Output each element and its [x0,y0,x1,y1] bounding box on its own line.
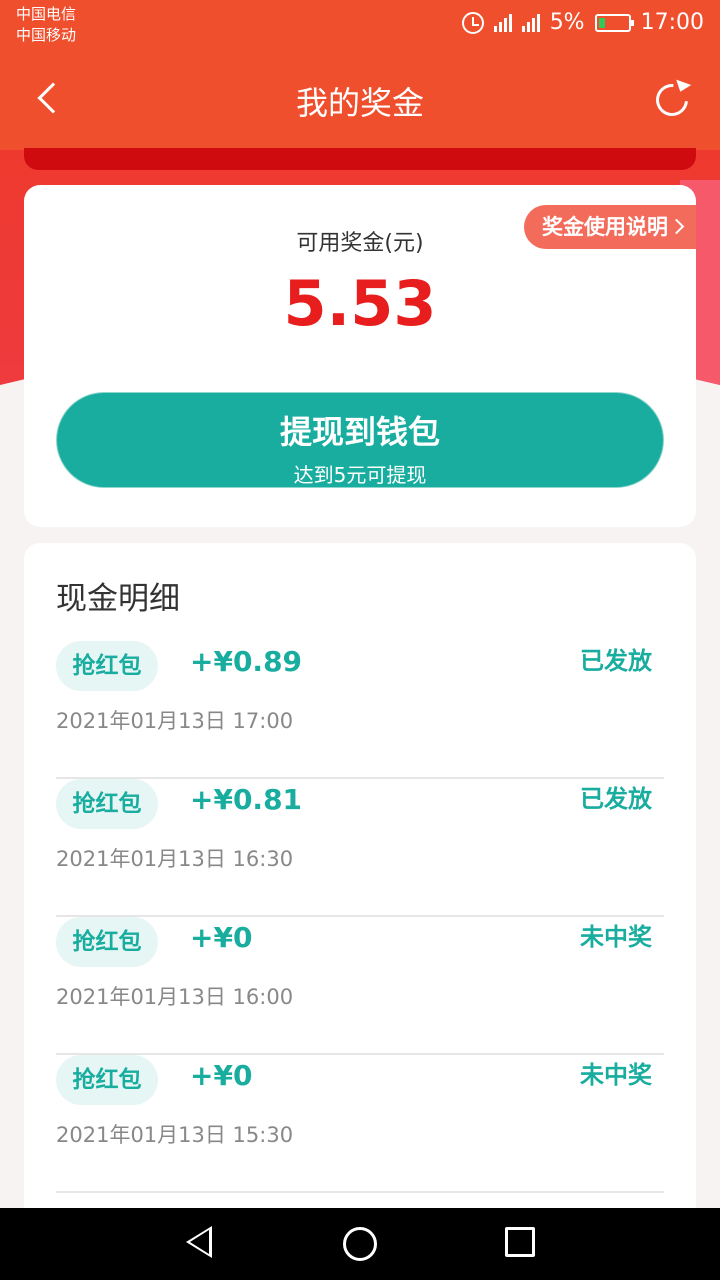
record-amount: +¥0.89 [190,645,303,678]
detail-title: 现金明细 [56,581,180,617]
record-tag: 抢红包 [56,1055,158,1105]
battery-icon [594,13,634,32]
record-amount: +¥0 [190,1059,253,1092]
list-item[interactable]: 抢红包 +¥0.89 已发放 2021年01月13日 17:00 [56,641,664,779]
record-time: 2021年01月13日 16:00 [56,985,294,1009]
back-triangle-icon[interactable] [186,1226,212,1258]
record-status: 未中奖 [580,1061,652,1089]
page-title: 我的奖金 [295,84,424,122]
list-item[interactable]: 抢红包 +¥0 未中奖 2021年01月13日 15:30 [56,1055,664,1193]
status-icons: 5% 17:00 [461,10,704,35]
detail-card: 现金明细 抢红包 +¥0.89 已发放 2021年01月13日 17:00 抢红… [24,543,696,1243]
record-time: 2021年01月13日 15:30 [56,1123,294,1147]
recent-apps-icon[interactable] [505,1227,535,1257]
record-amount: +¥0.81 [190,783,303,816]
record-status: 已发放 [580,785,652,813]
carrier-1: 中国电信 [16,5,77,23]
list-item[interactable]: 抢红包 +¥0.81 已发放 2021年01月13日 16:30 [56,779,664,917]
record-time: 2021年01月13日 17:00 [56,709,294,733]
system-nav-bar [0,1208,720,1280]
withdraw-label: 提现到钱包 [279,413,440,451]
record-tag: 抢红包 [56,779,158,829]
clock: 17:00 [640,10,704,35]
refresh-button[interactable] [649,77,695,123]
record-status: 已发放 [580,647,652,675]
record-tag: 抢红包 [56,917,158,967]
signal-icon [493,13,512,32]
withdraw-button[interactable]: 提现到钱包 达到5元可提现 [56,392,664,488]
record-tag: 抢红包 [56,641,158,691]
withdraw-hint: 达到5元可提现 [293,463,427,487]
carrier-2: 中国移动 [16,26,77,44]
balance-label: 可用奖金(元) [296,231,424,256]
signal-icon [521,13,540,32]
record-time: 2021年01月13日 16:30 [56,847,294,871]
balance-card: 奖金使用说明 可用奖金(元) 5.53 提现到钱包 达到5元可提现 [24,185,696,527]
alarm-icon [461,11,484,34]
battery-percent: 5% [549,10,585,35]
carrier-info: 中国电信 中国移动 [16,4,76,46]
list-item[interactable]: 抢红包 +¥0 未中奖 2021年01月13日 16:00 [56,917,664,1055]
nav-bar: 我的奖金 [0,50,720,150]
record-status: 未中奖 [580,923,652,951]
balance-amount: 5.53 [283,267,437,340]
home-circle-icon[interactable] [343,1227,377,1261]
status-bar: 中国电信 中国移动 5% 17:00 [0,0,720,50]
record-amount: +¥0 [190,921,253,954]
banner-edge [24,148,696,170]
